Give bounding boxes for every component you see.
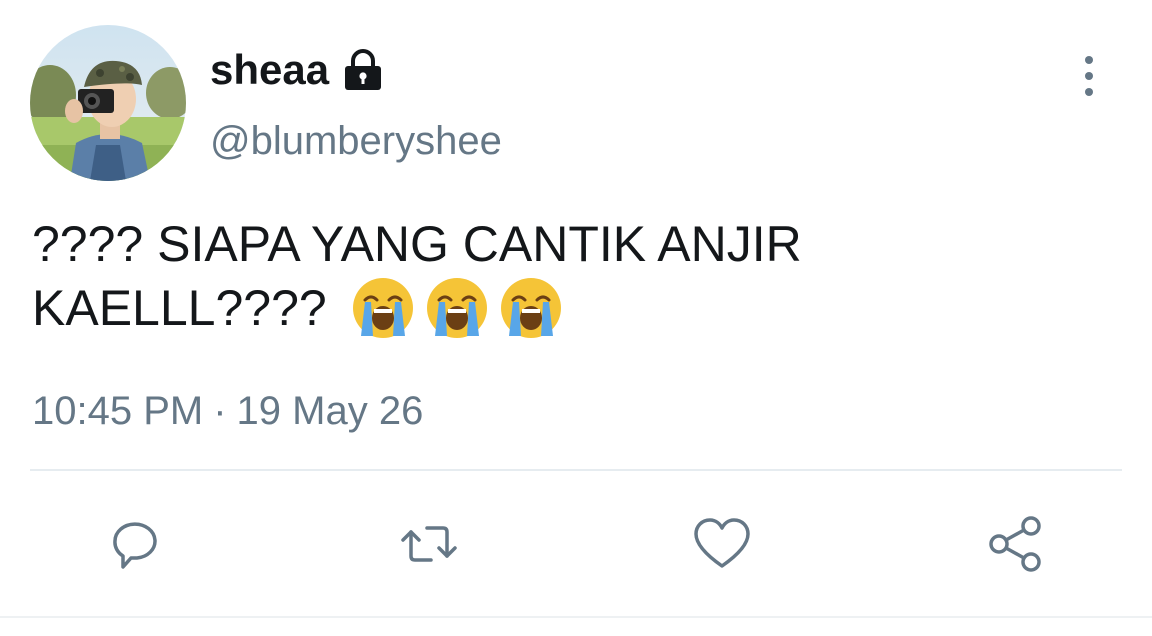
reply-icon (113, 522, 157, 569)
lock-icon (345, 49, 382, 90)
retweet-button[interactable] (397, 512, 461, 576)
loudly-crying-face-icon (426, 278, 487, 338)
share-icon (989, 516, 1041, 572)
reply-button[interactable] (103, 512, 167, 576)
share-button[interactable] (985, 512, 1049, 576)
tweet-date: 19 May 26 (236, 389, 424, 433)
timestamp-separator: · (213, 389, 227, 433)
like-button[interactable] (690, 512, 754, 576)
tweet-card: sheaa @blumberyshee ???? SIAPA YANG CANT… (0, 0, 1152, 636)
tweet-time: 10:45 PM (32, 389, 204, 433)
bottom-divider (0, 616, 1152, 618)
avatar-photo (30, 25, 186, 181)
tweet-text-line-2-text: KAELLL???? (32, 280, 327, 336)
heart-icon (694, 518, 750, 568)
display-name-text: sheaa (210, 46, 330, 93)
tweet-timestamp[interactable]: 10:45 PM · 19 May 26 (32, 386, 423, 436)
display-name[interactable]: sheaa (210, 44, 385, 96)
user-handle[interactable]: @blumberyshee (210, 116, 502, 166)
tweet-text-line-1: ???? SIAPA YANG CANTIK ANJIR (32, 216, 802, 272)
loudly-crying-face-icon (500, 278, 561, 338)
tweet-text-line-2: KAELLL???? (32, 276, 1112, 340)
loudly-crying-face-icon (352, 278, 413, 338)
avatar[interactable] (30, 25, 186, 181)
divider (30, 469, 1122, 471)
retweet-icon (401, 526, 457, 562)
more-options-icon[interactable] (1074, 54, 1104, 98)
tweet-text: ???? SIAPA YANG CANTIK ANJIR KAELLL???? (32, 212, 1112, 340)
